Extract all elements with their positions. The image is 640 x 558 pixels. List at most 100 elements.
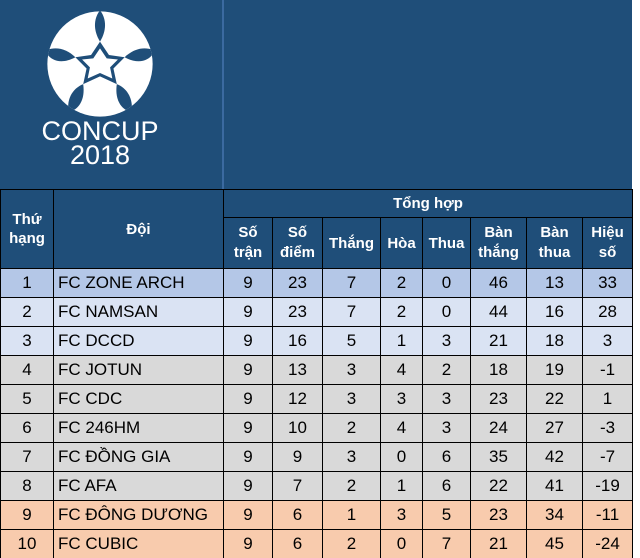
goals-against-header: Bàn thua xyxy=(526,217,583,269)
rank-cell: 5 xyxy=(0,384,54,414)
rank-cell: 4 xyxy=(0,355,54,385)
goal-diff-cell: 33 xyxy=(581,268,634,298)
played-cell: 9 xyxy=(223,268,273,298)
banner-edge xyxy=(632,0,640,189)
goals-against-cell: 34 xyxy=(526,500,583,530)
won-cell: 3 xyxy=(322,384,381,414)
goals-for-cell: 44 xyxy=(470,297,527,327)
rank-cell: 2 xyxy=(0,297,54,327)
lost-cell: 6 xyxy=(422,471,471,501)
rank-cell: 1 xyxy=(0,268,54,298)
points-cell: 16 xyxy=(272,326,323,356)
goal-diff-cell: -24 xyxy=(581,529,634,558)
team-cell: FC NAMSAN xyxy=(53,297,224,327)
team-cell: FC DCCD xyxy=(53,326,224,356)
played-cell: 9 xyxy=(223,384,273,414)
rank-header: Thứ hạng xyxy=(0,189,54,269)
standings-table: Thứ hạng Đội Tổng hợp Số trận Số điểm Th… xyxy=(0,189,634,558)
table-row: 3 FC DCCD 9 16 5 1 3 21 18 3 xyxy=(0,326,634,356)
goals-for-cell: 18 xyxy=(470,355,527,385)
drawn-cell: 3 xyxy=(380,384,423,414)
team-cell: FC CDC xyxy=(53,384,224,414)
team-cell: FC AFA xyxy=(53,471,224,501)
goals-against-cell: 45 xyxy=(526,529,583,558)
lost-cell: 5 xyxy=(422,500,471,530)
goals-against-cell: 19 xyxy=(526,355,583,385)
lost-header: Thua xyxy=(422,217,471,269)
won-header: Thắng xyxy=(322,217,381,269)
won-cell: 2 xyxy=(322,413,381,443)
goal-diff-cell: 1 xyxy=(581,384,634,414)
goal-diff-cell: -1 xyxy=(581,355,634,385)
played-cell: 9 xyxy=(223,297,273,327)
won-cell: 7 xyxy=(322,297,381,327)
played-cell: 9 xyxy=(223,355,273,385)
goals-against-cell: 27 xyxy=(526,413,583,443)
table-row: 5 FC CDC 9 12 3 3 3 23 22 1 xyxy=(0,384,634,414)
team-cell: FC ĐÔNG DƯƠNG xyxy=(53,500,224,530)
played-header: Số trận xyxy=(223,217,273,269)
logo-year: 2018 xyxy=(69,140,131,170)
goals-for-cell: 46 xyxy=(470,268,527,298)
won-cell: 1 xyxy=(322,500,381,530)
points-cell: 13 xyxy=(272,355,323,385)
lost-cell: 0 xyxy=(422,268,471,298)
points-cell: 6 xyxy=(272,529,323,558)
goals-for-cell: 22 xyxy=(470,471,527,501)
drawn-cell: 4 xyxy=(380,355,423,385)
standings-page: CONCUP 2018 Thứ hạng Đội Tổng hợp Số trậ… xyxy=(0,0,640,558)
played-cell: 9 xyxy=(223,413,273,443)
table-row: 9 FC ĐÔNG DƯƠNG 9 6 1 3 5 23 34 -11 xyxy=(0,500,634,530)
goals-for-cell: 21 xyxy=(470,529,527,558)
goals-against-cell: 16 xyxy=(526,297,583,327)
won-cell: 2 xyxy=(322,471,381,501)
won-cell: 2 xyxy=(322,529,381,558)
won-cell: 3 xyxy=(322,442,381,472)
lost-cell: 3 xyxy=(422,326,471,356)
goal-diff-cell: 28 xyxy=(581,297,634,327)
team-cell: FC JOTUN xyxy=(53,355,224,385)
lost-cell: 6 xyxy=(422,442,471,472)
goal-diff-cell: -7 xyxy=(581,442,634,472)
drawn-cell: 1 xyxy=(380,326,423,356)
rank-cell: 7 xyxy=(0,442,54,472)
points-cell: 9 xyxy=(272,442,323,472)
goal-diff-cell: -11 xyxy=(581,500,634,530)
won-cell: 5 xyxy=(322,326,381,356)
lost-cell: 2 xyxy=(422,355,471,385)
points-cell: 10 xyxy=(272,413,323,443)
rank-cell: 8 xyxy=(0,471,54,501)
drawn-cell: 1 xyxy=(380,471,423,501)
drawn-cell: 2 xyxy=(380,297,423,327)
table-row: 1 FC ZONE ARCH 9 23 7 2 0 46 13 33 xyxy=(0,268,634,298)
points-cell: 12 xyxy=(272,384,323,414)
rank-cell: 3 xyxy=(0,326,54,356)
table-row: 10 FC CUBIC 9 6 2 0 7 21 45 -24 xyxy=(0,529,634,558)
played-cell: 9 xyxy=(223,500,273,530)
played-cell: 9 xyxy=(223,471,273,501)
goals-for-cell: 23 xyxy=(470,384,527,414)
table-row: 8 FC AFA 9 7 2 1 6 22 41 -19 xyxy=(0,471,634,501)
table-row: 4 FC JOTUN 9 13 3 4 2 18 19 -1 xyxy=(0,355,634,385)
team-cell: FC ĐỒNG GIA xyxy=(53,442,224,472)
table-row: 2 FC NAMSAN 9 23 7 2 0 44 16 28 xyxy=(0,297,634,327)
summary-group-header: Tổng hợp xyxy=(222,189,634,218)
lost-cell: 0 xyxy=(422,297,471,327)
team-cell: FC ZONE ARCH xyxy=(53,268,224,298)
goals-for-cell: 21 xyxy=(470,326,527,356)
team-cell: FC 246HM xyxy=(53,413,224,443)
table-row: 6 FC 246HM 9 10 2 4 3 24 27 -3 xyxy=(0,413,634,443)
played-cell: 9 xyxy=(223,326,273,356)
goals-against-cell: 42 xyxy=(526,442,583,472)
rank-cell: 10 xyxy=(0,529,54,558)
drawn-header: Hòa xyxy=(380,217,423,269)
drawn-cell: 3 xyxy=(380,500,423,530)
lost-cell: 3 xyxy=(422,384,471,414)
logo-panel: CONCUP 2018 xyxy=(0,0,224,189)
drawn-cell: 0 xyxy=(380,529,423,558)
points-cell: 23 xyxy=(272,268,323,298)
goals-against-cell: 13 xyxy=(526,268,583,298)
goals-for-cell: 24 xyxy=(470,413,527,443)
goal-diff-header: Hiệu số xyxy=(581,217,634,269)
won-cell: 7 xyxy=(322,268,381,298)
